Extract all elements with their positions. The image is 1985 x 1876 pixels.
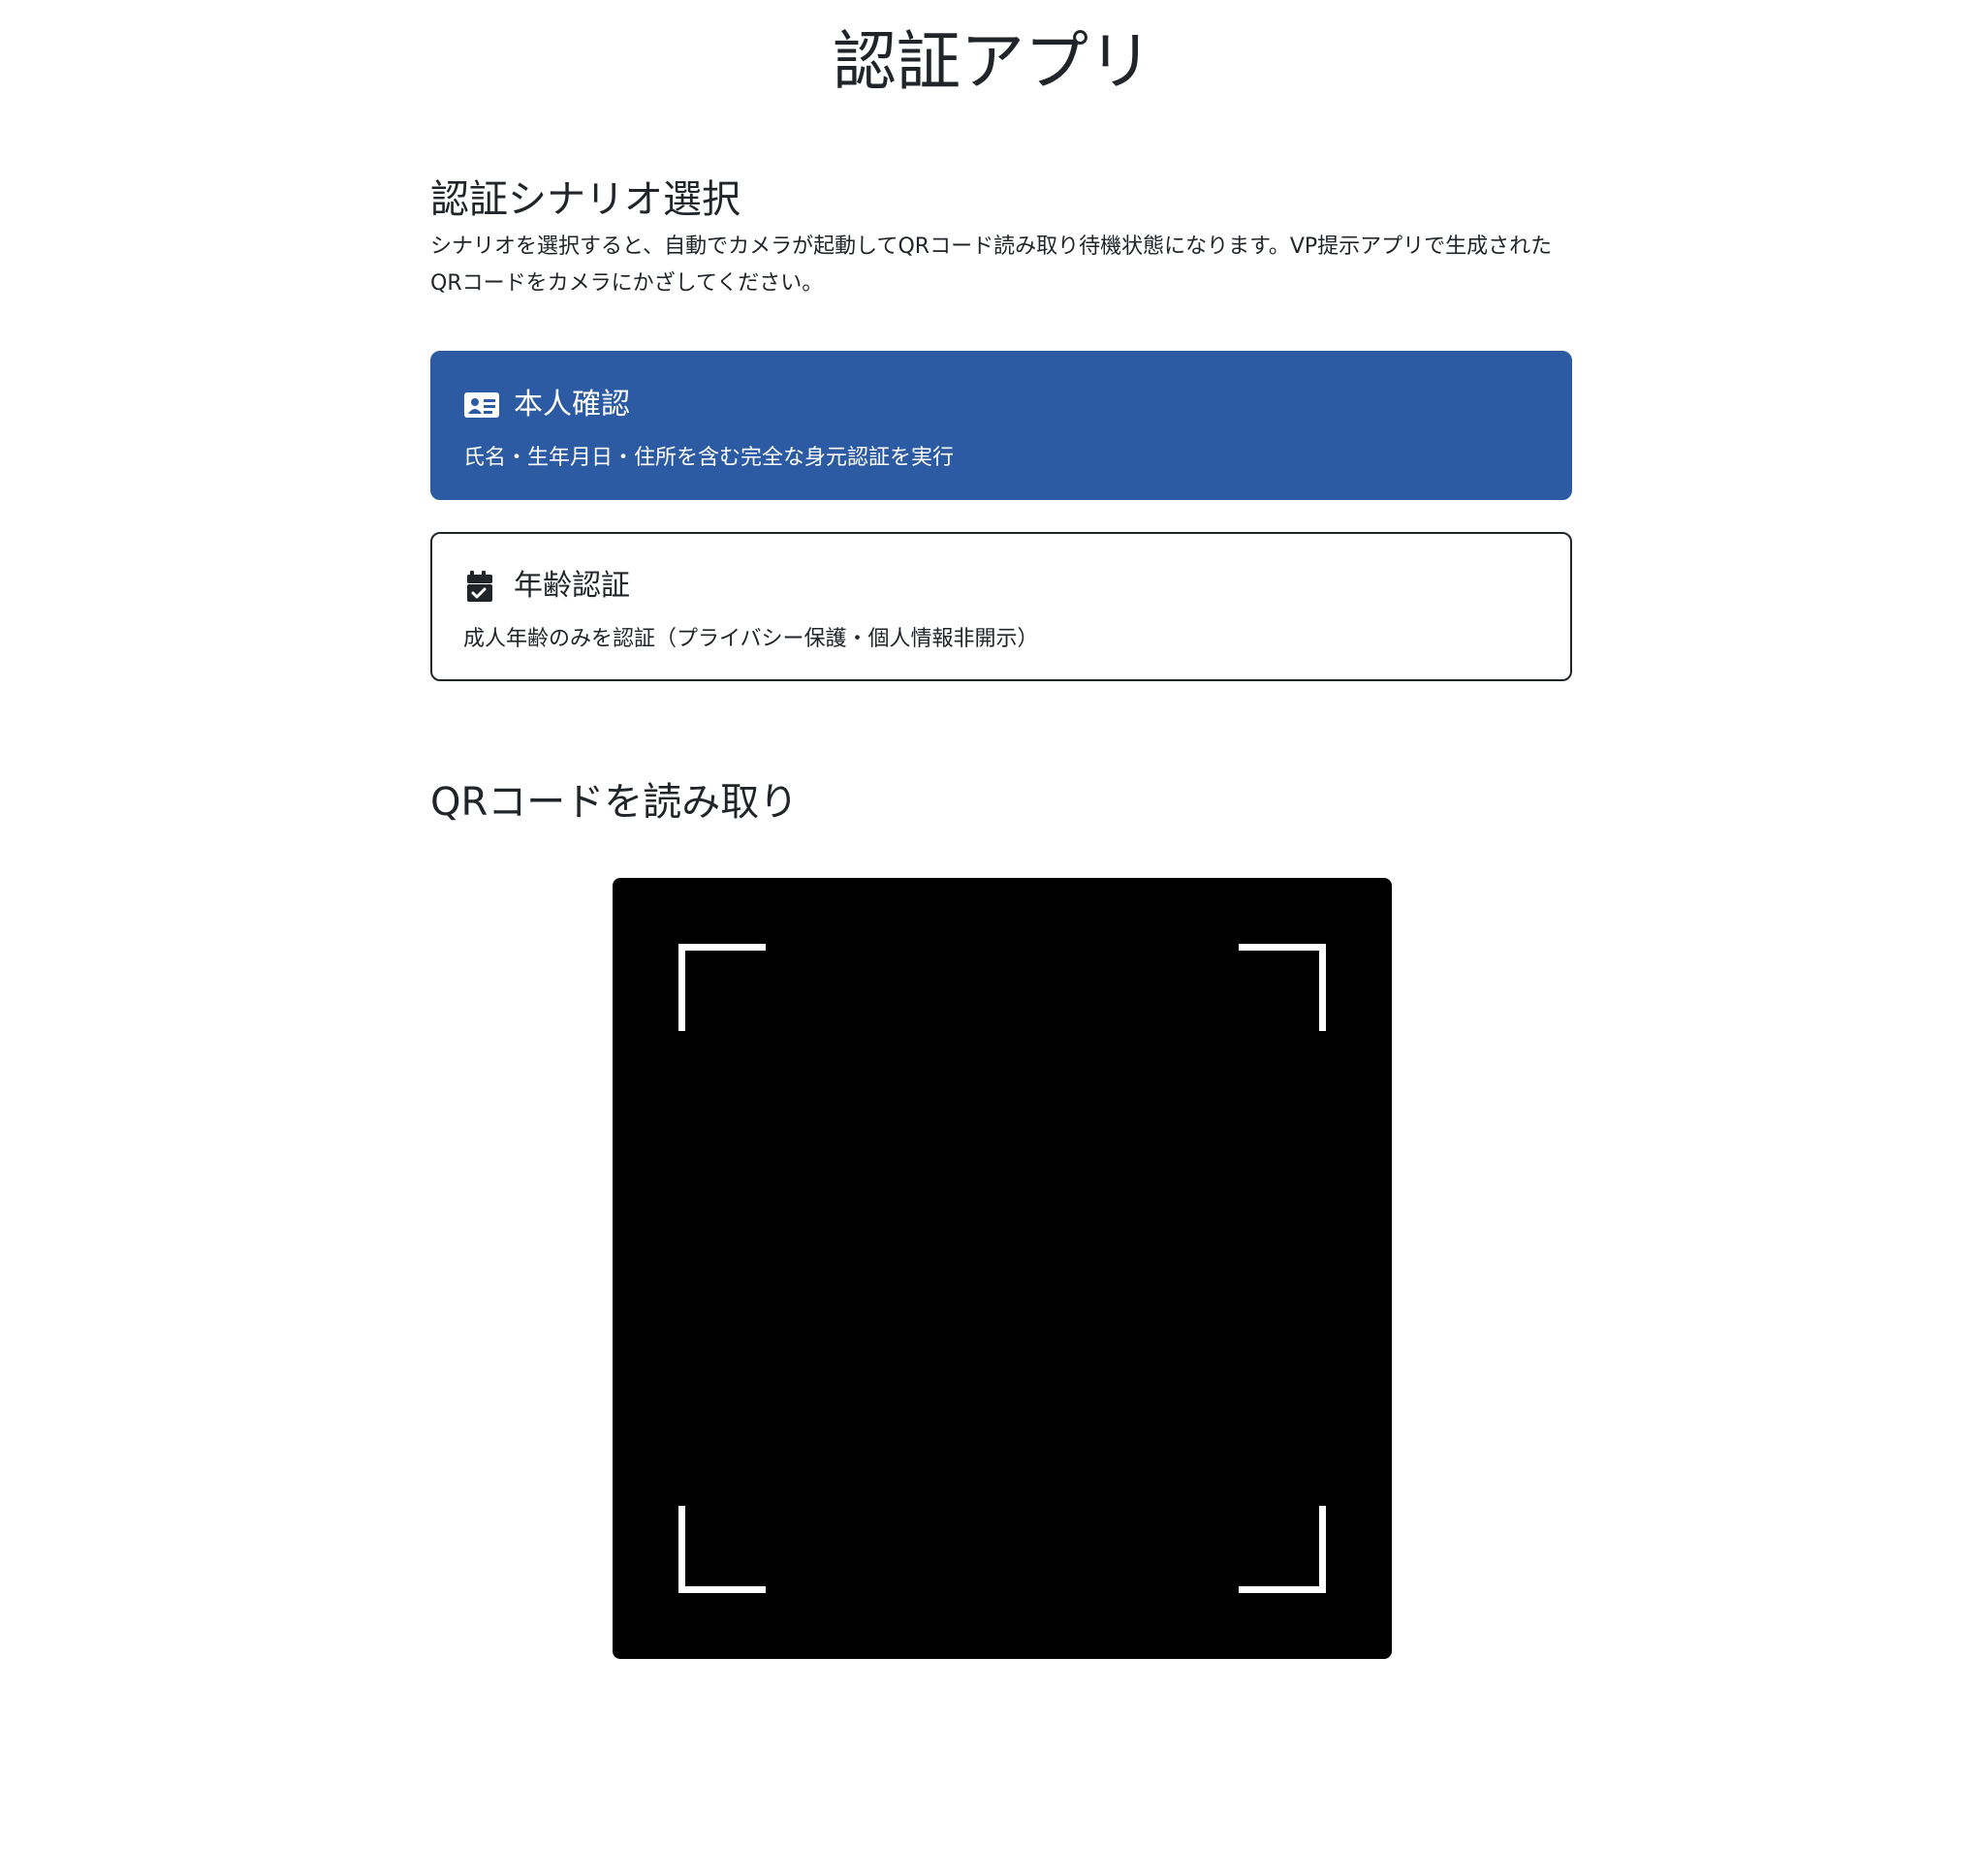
qr-section-heading: QRコードを読み取り: [430, 780, 799, 825]
scan-frame-corner-bottom-right: [1239, 1506, 1326, 1593]
scenario-card-identity-verification[interactable]: 本人確認 氏名・生年月日・住所を含む完全な身元認証を実行: [430, 351, 1572, 500]
scan-frame-corner-top-right: [1239, 944, 1326, 1031]
calendar-check-icon: [463, 568, 500, 605]
app-title: 認証アプリ: [833, 24, 1152, 99]
id-card-icon: [463, 387, 500, 423]
card-subtitle: 成人年齢のみを認証（プライバシー保護・個人情報非開示）: [463, 627, 1039, 651]
qr-camera-viewport: [613, 878, 1392, 1659]
scenario-section-heading: 認証シナリオ選択: [430, 177, 740, 222]
scan-frame-corner-top-left: [678, 944, 766, 1031]
scenario-card-age-verification[interactable]: 年齢認証 成人年齢のみを認証（プライバシー保護・個人情報非開示）: [430, 532, 1572, 681]
card-title-row: 年齢認証: [463, 563, 630, 610]
card-title: 本人確認: [514, 388, 630, 422]
card-title: 年齢認証: [514, 569, 630, 603]
card-title-row: 本人確認: [463, 382, 630, 428]
scan-frame-corner-bottom-left: [678, 1506, 766, 1593]
scenario-description: シナリオを選択すると、自動でカメラが起動してQRコード読み取り待機状態になります…: [430, 234, 1553, 296]
card-subtitle: 氏名・生年月日・住所を含む完全な身元認証を実行: [463, 446, 955, 470]
